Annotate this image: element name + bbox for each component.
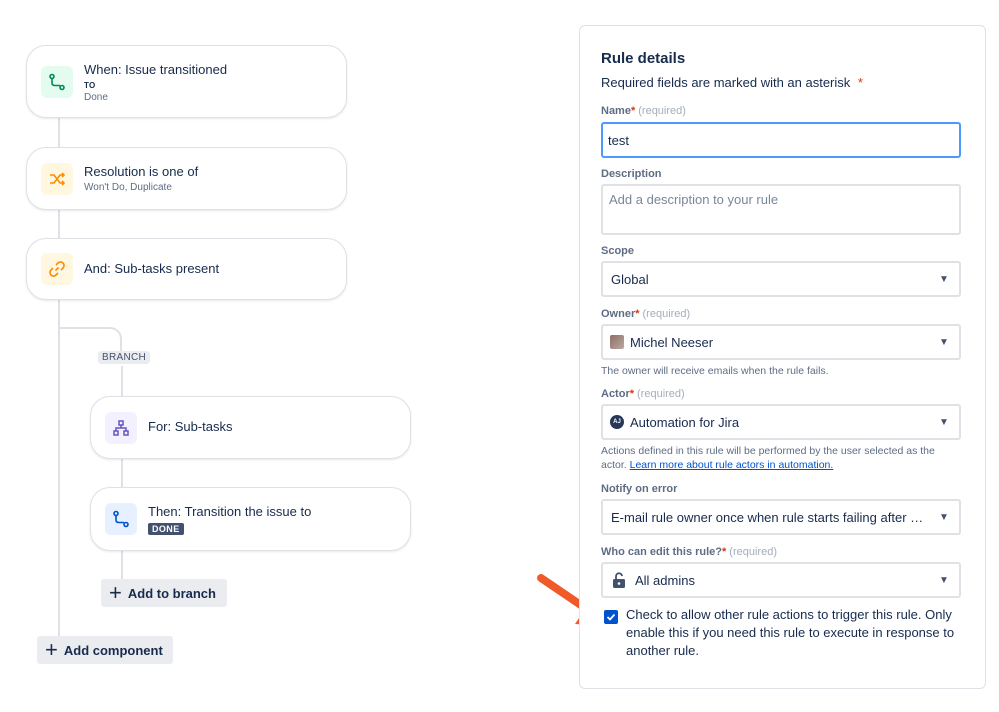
actor-label-text: Actor (601, 388, 630, 400)
who-can-edit-value: All admins (635, 572, 695, 588)
chevron-down-icon: ▼ (939, 574, 949, 586)
subtasks-condition-title: And: Sub-tasks present (84, 261, 220, 276)
plus-icon: + (109, 580, 122, 605)
branch-connector (58, 327, 122, 351)
name-label-text: Name (601, 105, 631, 117)
chevron-down-icon: ▼ (939, 511, 949, 523)
hierarchy-icon (105, 411, 137, 444)
add-to-branch-label: Add to branch (127, 585, 216, 601)
avatar (610, 335, 624, 349)
chevron-down-icon: ▼ (939, 336, 949, 348)
transition-icon (105, 503, 137, 535)
allow-trigger-label: Check to allow other rule actions to tri… (626, 607, 955, 658)
scope-label: Scope (601, 245, 635, 257)
asterisk: * (630, 105, 636, 117)
owner-help: The owner will receive emails when the r… (601, 365, 829, 377)
description-textarea[interactable]: Add a description to your rule (601, 184, 961, 235)
name-input[interactable]: test (601, 122, 961, 158)
chevron-down-icon: ▼ (939, 416, 949, 428)
asterisk: * (629, 388, 635, 400)
required-tag: (required) (642, 308, 691, 320)
learn-more-link[interactable]: Learn more about rule actors in automati… (630, 459, 834, 471)
connector-line (121, 457, 123, 487)
notify-value: E-mail rule owner once when rule starts … (611, 509, 929, 525)
plus-icon: + (45, 637, 58, 662)
condition-values: Won't Do, Duplicate (84, 182, 172, 193)
required-note-text: Required fields are marked with an aster… (601, 75, 851, 90)
description-placeholder: Add a description to your rule (609, 192, 779, 207)
trigger-node[interactable]: When: Issue transitioned TO Done (26, 45, 347, 118)
actor-help: Actions defined in this rule will be per… (601, 444, 961, 472)
actor-value: Automation for Jira (630, 414, 740, 430)
name-label: Name* (required) (601, 105, 686, 117)
required-tag: (required) (638, 105, 686, 117)
action-node[interactable]: Then: Transition the issue to DONE (90, 487, 411, 551)
who-can-edit-label-text: Who can edit this rule? (601, 546, 723, 558)
avatar: AJ (610, 415, 624, 429)
scope-select[interactable]: Global ▼ (601, 261, 961, 297)
panel-title: Rule details (601, 50, 686, 67)
branch-node[interactable]: For: Sub-tasks (90, 396, 411, 459)
link-icon (41, 253, 73, 285)
status-lozenge: DONE (148, 523, 184, 535)
subtasks-condition-node[interactable]: And: Sub-tasks present (26, 238, 347, 300)
add-component-button[interactable]: + Add component (37, 636, 173, 664)
who-can-edit-select[interactable]: All admins ▼ (601, 562, 961, 598)
notify-select[interactable]: E-mail rule owner once when rule starts … (601, 499, 961, 535)
notify-label: Notify on error (601, 483, 678, 495)
shuffle-icon (41, 162, 73, 195)
owner-label-text: Owner (601, 308, 636, 320)
connector-line (121, 366, 123, 396)
required-tag: (required) (637, 388, 685, 400)
check-icon (606, 613, 616, 621)
owner-select[interactable]: Michel Neeser ▼ (601, 324, 961, 360)
add-component-label: Add component (63, 642, 163, 658)
allow-trigger-checkbox[interactable] (604, 610, 618, 624)
rule-details-panel: Rule details Required fields are marked … (579, 25, 986, 689)
add-to-branch-button[interactable]: + Add to branch (101, 579, 227, 607)
required-note: Required fields are marked with an aster… (601, 75, 863, 90)
condition-title: Resolution is one of (84, 164, 199, 179)
asterisk: * (722, 546, 727, 558)
required-tag: (required) (729, 546, 777, 558)
unlock-icon (612, 572, 626, 588)
connector-line (58, 208, 60, 238)
branch-node-title: For: Sub-tasks (148, 419, 233, 434)
condition-node[interactable]: Resolution is one of Won't Do, Duplicate (26, 147, 347, 210)
transition-icon (41, 65, 73, 98)
asterisk: * (635, 308, 640, 320)
scope-value: Global (611, 271, 649, 287)
who-can-edit-label: Who can edit this rule?* (required) (601, 546, 777, 558)
trigger-to-value: Done (84, 92, 108, 103)
chevron-down-icon: ▼ (939, 273, 949, 285)
branch-badge: BRANCH (98, 351, 151, 364)
action-title: Then: Transition the issue to (148, 504, 312, 519)
owner-label: Owner* (required) (601, 308, 690, 320)
owner-value: Michel Neeser (630, 334, 714, 350)
connector-line (58, 117, 60, 147)
trigger-title: When: Issue transitioned (84, 62, 228, 77)
description-label: Description (601, 168, 662, 180)
actor-label: Actor* (required) (601, 388, 685, 400)
trigger-to-label: TO (84, 81, 96, 90)
connector-line (121, 549, 123, 579)
name-input-value: test (608, 132, 629, 148)
required-asterisk: * (857, 75, 863, 90)
actor-select[interactable]: AJ Automation for Jira ▼ (601, 404, 961, 440)
